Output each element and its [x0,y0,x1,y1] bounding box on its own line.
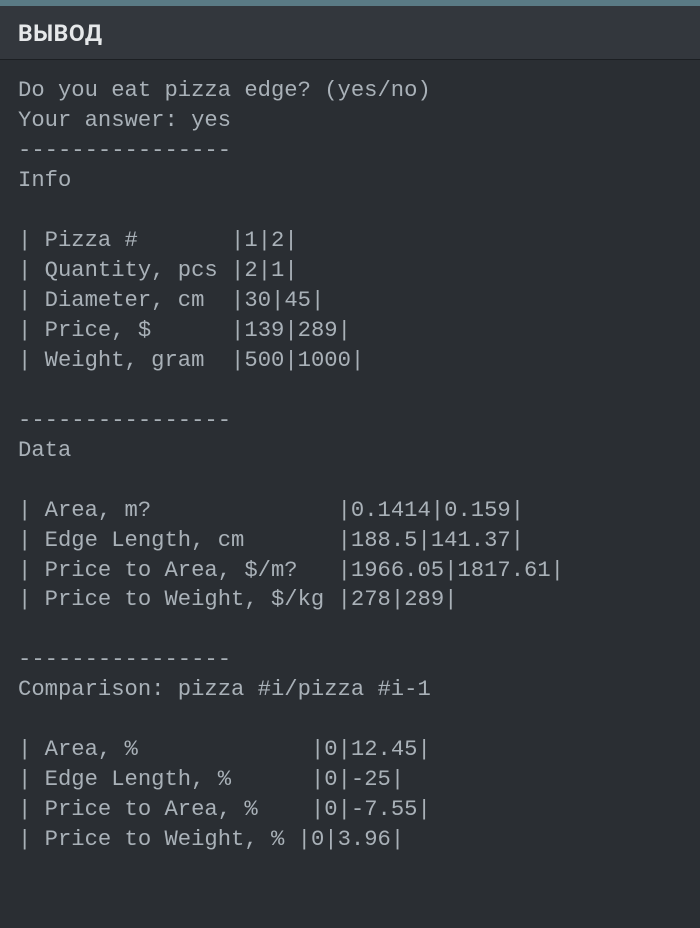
data-row: | Area, m? |0.1414|0.159| [18,498,524,523]
info-row: | Price, $ |139|289| [18,318,351,343]
panel-header: ВЫВОД [0,6,700,60]
info-row: | Quantity, pcs |2|1| [18,258,298,283]
data-heading: Data [18,438,71,463]
comparison-row: | Area, % |0|12.45| [18,737,431,762]
comparison-row: | Edge Length, % |0|-25| [18,767,404,792]
separator: ---------------- [18,647,231,672]
data-row: | Edge Length, cm |188.5|141.37| [18,528,524,553]
info-row: | Diameter, cm |30|45| [18,288,324,313]
comparison-row: | Price to Weight, % |0|3.96| [18,827,404,852]
info-row: | Weight, gram |500|1000| [18,348,364,373]
separator: ---------------- [18,408,231,433]
answer-line: Your answer: yes [18,108,231,133]
comparison-heading: Comparison: pizza #i/pizza #i-1 [18,677,431,702]
data-row: | Price to Area, $/m? |1966.05|1817.61| [18,558,564,583]
info-heading: Info [18,168,71,193]
panel-title: ВЫВОД [18,20,682,47]
info-row: | Pizza # |1|2| [18,228,298,253]
comparison-row: | Price to Area, % |0|-7.55| [18,797,431,822]
console-output: Do you eat pizza edge? (yes/no) Your ans… [0,60,700,871]
separator: ---------------- [18,138,231,163]
answer-label: Your answer: [18,108,191,133]
prompt-question: Do you eat pizza edge? (yes/no) [18,78,431,103]
answer-value: yes [191,108,231,133]
data-row: | Price to Weight, $/kg |278|289| [18,587,457,612]
